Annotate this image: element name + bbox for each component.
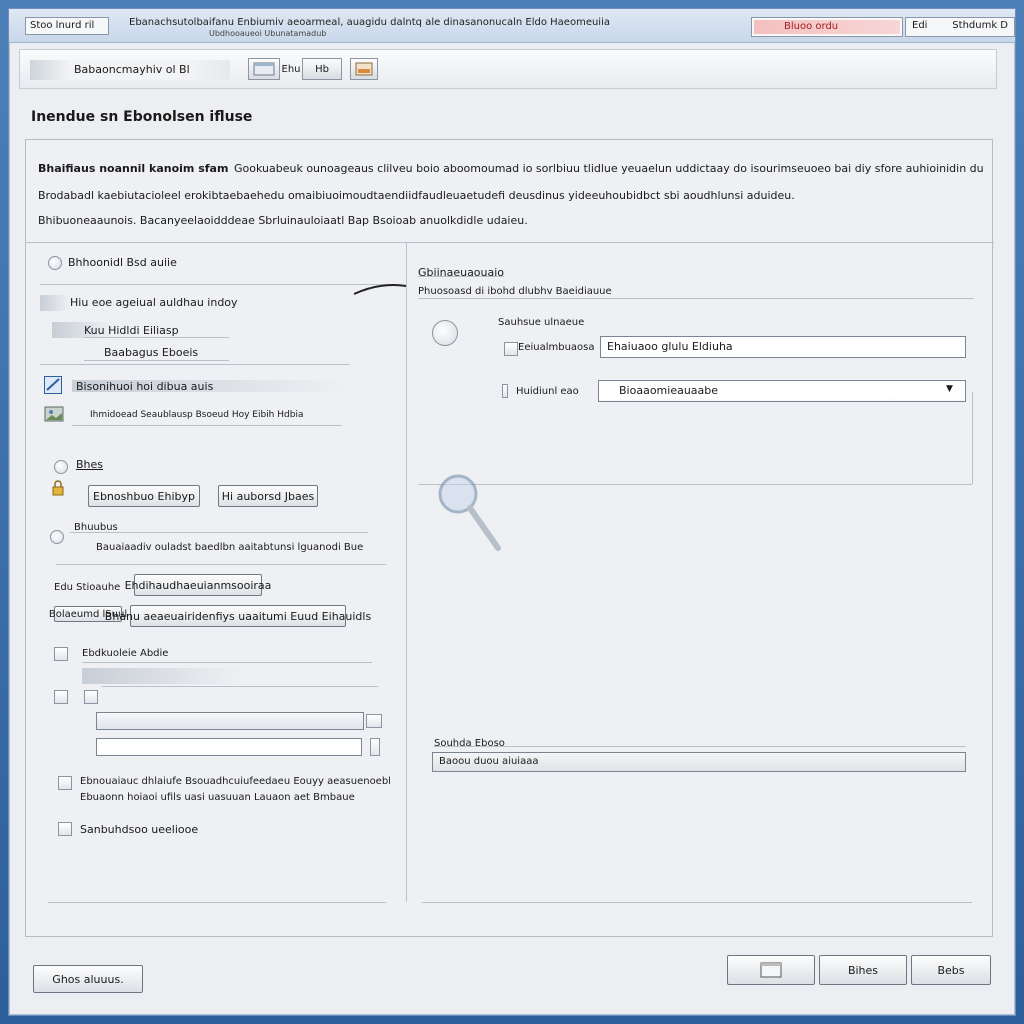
- slider-thumb-2[interactable]: [370, 738, 380, 756]
- right-group-border-right: [972, 392, 973, 484]
- window-title: Ebanachsutolbaifanu Enbiumiv aeoarmeal, …: [129, 17, 610, 28]
- left-separator-1: [40, 284, 390, 285]
- radio-2[interactable]: [54, 460, 68, 474]
- enable-button[interactable]: Ebnoshbuo Ehibyp: [88, 485, 200, 507]
- checkbox-1[interactable]: [54, 647, 68, 661]
- checkbox-5[interactable]: [58, 822, 72, 836]
- group2-line-bottom: [56, 564, 386, 565]
- group2-line-top: [70, 532, 368, 533]
- reset-button[interactable]: Hi auborsd Jbaes: [218, 485, 318, 507]
- dropdown-arrow-icon: ▼: [946, 384, 953, 394]
- radio-1-label: Bhhoonidl Bsd auiie: [68, 256, 177, 269]
- slider-thumb-1[interactable]: [366, 714, 382, 728]
- alert-field[interactable]: Bluoo ordu: [751, 17, 903, 37]
- status-line: [434, 746, 966, 747]
- check-long-line-1: Ebnouaiauc dhlaiufe Bsouadhcuiufeedaeu E…: [80, 776, 391, 787]
- right-checkbox-1[interactable]: [504, 342, 518, 356]
- checkbox-2[interactable]: [54, 690, 68, 704]
- right-subheading-line: [418, 298, 974, 299]
- toolbar-button-2[interactable]: Hb: [302, 58, 342, 80]
- toolbar-field[interactable]: Babaoncmayhiv ol Bl: [30, 60, 230, 80]
- left-footer-button[interactable]: Ghos aluuus.: [33, 965, 143, 993]
- toolbar-button-1[interactable]: [248, 58, 280, 80]
- slider-track-1[interactable]: [96, 712, 364, 730]
- description-line-1: Gookuabeuk ounoageaus clilveu boio aboom…: [234, 162, 984, 175]
- checkbox-1-fade: [82, 668, 242, 684]
- picture-icon: [44, 376, 62, 394]
- right-heading-underline: [418, 276, 504, 277]
- group-fade: [40, 295, 70, 311]
- title-left-field[interactable]: Stoo lnurd ril: [25, 17, 109, 35]
- radio-3[interactable]: [50, 530, 64, 544]
- toolbar-label-1: Ehu: [281, 63, 301, 75]
- browse-button[interactable]: Ehdihaudhaeuianmsooiraa: [125, 574, 271, 596]
- left-footer-label: Ghos aluuus.: [52, 972, 124, 986]
- ok-button[interactable]: [727, 955, 815, 985]
- field2-underline: [84, 360, 229, 361]
- right-field1-input[interactable]: Ehaiuaoo glulu Eldiuha: [600, 336, 966, 358]
- right-bottom-separator: [422, 902, 972, 903]
- toolbar-button-2-label: Hb: [315, 63, 329, 75]
- main-panel: Bhaifiaus noannil kanoim sfam Gookuabeuk…: [25, 139, 994, 937]
- window-icon: [760, 962, 782, 978]
- row1-label: Edu Stioauhe: [54, 582, 121, 593]
- right-field2-select[interactable]: Bioaaomieauaabe: [598, 380, 966, 402]
- slider-track-2[interactable]: [96, 738, 362, 756]
- section-title: Inendue sn Ebonolsen ifluse: [31, 109, 253, 125]
- checkbox-3[interactable]: [84, 690, 98, 704]
- description-line-3: Bhibuoneaaunois. Bacanyeelaoidddeae Sbrl…: [38, 214, 528, 227]
- title-bar: Stoo lnurd ril Ebanachsutolbaifanu Enbiu…: [9, 9, 1015, 43]
- toolbar: Babaoncmayhiv ol Bl Ehu Hb: [19, 49, 997, 89]
- checkbox-1-line: [82, 662, 372, 663]
- group2-text: Bauaiaadiv ouladst baedlbn aaitabtunsi l…: [96, 542, 364, 553]
- title-right-label: Sthdumk D: [952, 20, 1008, 31]
- right-group-label: Sauhsue ulnaeue: [498, 317, 585, 328]
- description-label: Bhaifiaus noannil kanoim sfam: [38, 162, 229, 175]
- magnifier-icon: [436, 470, 506, 560]
- field2-label: Baabagus Eboeis: [104, 346, 199, 359]
- right-checkbox-2[interactable]: [502, 384, 508, 398]
- arrow-icon: [350, 278, 410, 298]
- right-field2-value: Bioaaomieauaabe: [619, 384, 719, 397]
- radio-1[interactable]: [48, 256, 62, 270]
- row2-value[interactable]: Bhanu aeaeuairidenfiys uaaitumi Euud Eih…: [105, 605, 371, 627]
- checkbox-5-label: Sanbuhdsoo ueeliooe: [80, 823, 199, 836]
- option2-underline: [72, 425, 342, 426]
- window-icon: [253, 62, 275, 76]
- image-icon: [355, 62, 373, 76]
- group-heading: Hiu eoe ageiual auldhau indoy: [70, 296, 238, 309]
- title-right-box[interactable]: Edi Sthdumk D: [905, 17, 1015, 37]
- checkbox-1-label: Ebdkuoleie Abdie: [82, 648, 169, 659]
- right-heading: Gbiinaeuaouaio: [418, 266, 505, 279]
- right-field2-label: Huidiunl eao: [516, 386, 579, 397]
- toolbar-button-3[interactable]: [350, 58, 378, 80]
- option2-label: Ihmidoead Seaublausp Bsoeud Hoy Eibih Hd…: [90, 410, 304, 420]
- photo-icon: [44, 404, 64, 424]
- field1-underline: [84, 337, 229, 338]
- alert-label: Bluoo ordu: [754, 20, 900, 34]
- group2-heading: Bhes: [76, 458, 104, 471]
- status-label: Souhda Eboso: [434, 738, 505, 749]
- column-divider: [406, 242, 407, 902]
- right-radio[interactable]: [432, 320, 458, 346]
- field1-label: Kuu Hidldi Eiliasp: [84, 324, 179, 337]
- status-field[interactable]: Baoou duou aiuiaaa: [432, 752, 966, 772]
- checkbox-4[interactable]: [58, 776, 72, 790]
- option1-label: Bisonihuoi hoi dibua auis: [76, 380, 214, 393]
- description-separator: [26, 242, 994, 243]
- cancel-button[interactable]: Bebs: [911, 955, 991, 985]
- window-subtitle: Ubdhooaueoi Ubunatamadub: [209, 29, 327, 38]
- check-long-line-2: Ebuaonn hoiaoi ufils uasi uasuuan Lauaon…: [80, 792, 355, 803]
- title-right-left: Edi: [912, 20, 928, 31]
- checkbox-2-line: [102, 686, 378, 687]
- right-field1-label: Eeiualmbuaosa: [518, 342, 595, 353]
- description-line-2: Brodabadl kaebiutacioleel erokibtaebaehe…: [38, 189, 795, 202]
- lock-icon: [50, 480, 66, 496]
- dialog-window: Stoo lnurd ril Ebanachsutolbaifanu Enbiu…: [8, 8, 1016, 1016]
- left-separator-2: [40, 364, 350, 365]
- apply-button[interactable]: Bihes: [819, 955, 907, 985]
- left-bottom-separator: [48, 902, 386, 903]
- right-subheading: Phuosoasd di ibohd dlubhv Baeidiauue: [418, 286, 612, 297]
